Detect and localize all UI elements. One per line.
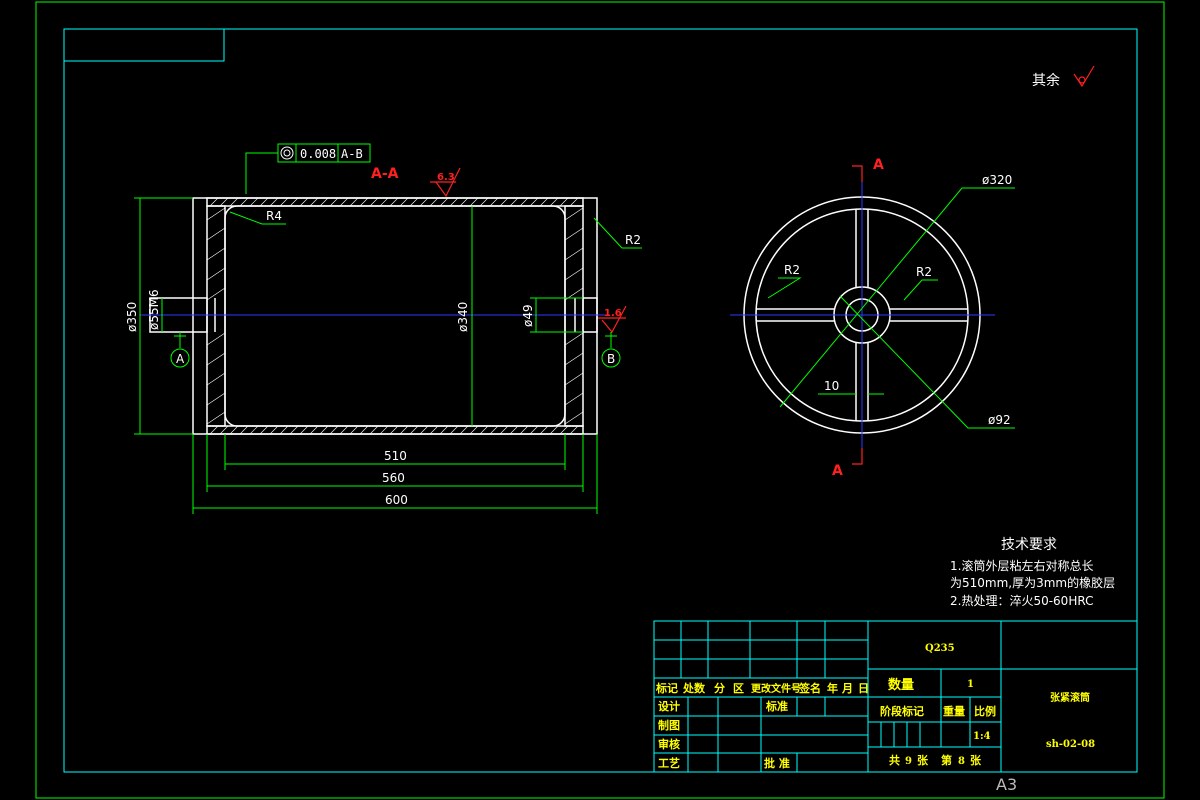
- tech-req-line-2: 为510mm,厚为3mm的橡胶层: [950, 575, 1115, 590]
- quantity-label: 数量: [888, 677, 914, 693]
- corner-box: [63, 28, 225, 62]
- sheets-total: 9: [905, 756, 912, 767]
- scale-label: 比例: [974, 704, 996, 718]
- dim-dia-shaft: ø55M6: [147, 289, 161, 330]
- dim-dia-hub: ø92: [988, 413, 1011, 427]
- dim-dia-outer: ø350: [125, 302, 139, 332]
- quantity-value: 1: [967, 679, 974, 690]
- dim-dia-bore: ø49: [521, 304, 535, 327]
- hdr-change-doc: 更改文件号: [751, 682, 801, 695]
- dim-radius-left: R2: [784, 263, 800, 277]
- dim-len-600: 600: [385, 493, 408, 507]
- section-arrow-bottom-label: A: [832, 463, 843, 479]
- sheet-no: 8: [958, 756, 965, 767]
- roughness-symbol-icon: [1073, 65, 1095, 88]
- row-approve: 批 准: [764, 756, 790, 770]
- scale-value: 1:4: [973, 731, 991, 742]
- roughness-right-value: 1.6: [604, 308, 622, 319]
- sheets-total-prefix: 共: [889, 753, 900, 767]
- hdr-count: 处数: [682, 681, 706, 695]
- sheet-no-prefix: 第: [941, 753, 952, 767]
- sheet-no-suffix: 张: [970, 753, 982, 767]
- technical-requirements: 技术要求 1.滚筒外层粘左右对称总长 为510mm,厚为3mm的橡胶层 2.热处…: [950, 537, 1115, 608]
- dim-radius-outer: R2: [625, 233, 641, 247]
- dim-dia-inner: ø340: [456, 302, 470, 332]
- row-process: 工艺: [658, 756, 680, 770]
- inner-cavity: [224, 205, 566, 427]
- tech-req-title: 技术要求: [1001, 537, 1057, 553]
- hdr-year: 年: [827, 681, 838, 695]
- row-review: 审核: [658, 737, 680, 751]
- dim-len-560: 560: [382, 471, 405, 485]
- title-block: Q235 数量 1 张紧滚筒 sh-02-08 标记 处数 分 区 更改文件号 …: [653, 620, 1138, 773]
- tech-req-line-3: 2.热处理：淬火50-60HRC: [950, 593, 1093, 608]
- dim-radius-right: R2: [916, 265, 932, 279]
- outer-border: [35, 1, 1165, 799]
- row-design: 设计: [658, 699, 680, 713]
- dim-spoke-width: 10: [824, 379, 839, 393]
- hdr-month: 月: [841, 682, 853, 695]
- hdr-mark: 标记: [655, 681, 678, 695]
- hdr-div: 分: [714, 681, 725, 695]
- hdr-sign: 签名: [798, 681, 821, 695]
- paper-size: A3: [996, 775, 1017, 794]
- hdr-day: 日: [858, 682, 869, 695]
- roughness-top-value: 6.3: [437, 172, 455, 183]
- hdr-zone: 区: [733, 682, 744, 695]
- datum-a-label: A: [176, 352, 185, 366]
- dim-len-510: 510: [384, 449, 407, 463]
- stage-label: 阶段标记: [880, 704, 924, 718]
- end-view: A A ø320 R2 R2 10 ø92: [730, 157, 1015, 479]
- section-arrow-top-label: A: [873, 157, 884, 173]
- weight-label: 重量: [943, 704, 965, 718]
- part-name: 张紧滚筒: [1050, 691, 1090, 704]
- tolerance-value: 0.008: [300, 147, 336, 161]
- section-label: A-A: [371, 166, 399, 182]
- drawing-canvas: 其余 ø350 ø55M6 ø340 ø49 R4 R2 510 560 600…: [35, 1, 1165, 799]
- sheets-total-suffix: 张: [917, 753, 929, 767]
- dim-dia-rim: ø320: [982, 173, 1012, 187]
- concentricity-icon: [280, 146, 294, 160]
- section-view: ø350 ø55M6 ø340 ø49 R4 R2 510 560 600 0.…: [125, 143, 642, 514]
- row-standard: 标准: [765, 699, 788, 713]
- surface-finish-label: 其余: [1032, 72, 1060, 89]
- datum-b-label: B: [607, 352, 615, 366]
- drawing-number: sh-02-08: [1046, 739, 1095, 750]
- material: Q235: [925, 643, 955, 654]
- dim-radius-inner: R4: [266, 209, 282, 223]
- tolerance-datum: A-B: [341, 147, 363, 161]
- tech-req-line-1: 1.滚筒外层粘左右对称总长: [950, 558, 1093, 573]
- row-draw: 制图: [658, 718, 680, 732]
